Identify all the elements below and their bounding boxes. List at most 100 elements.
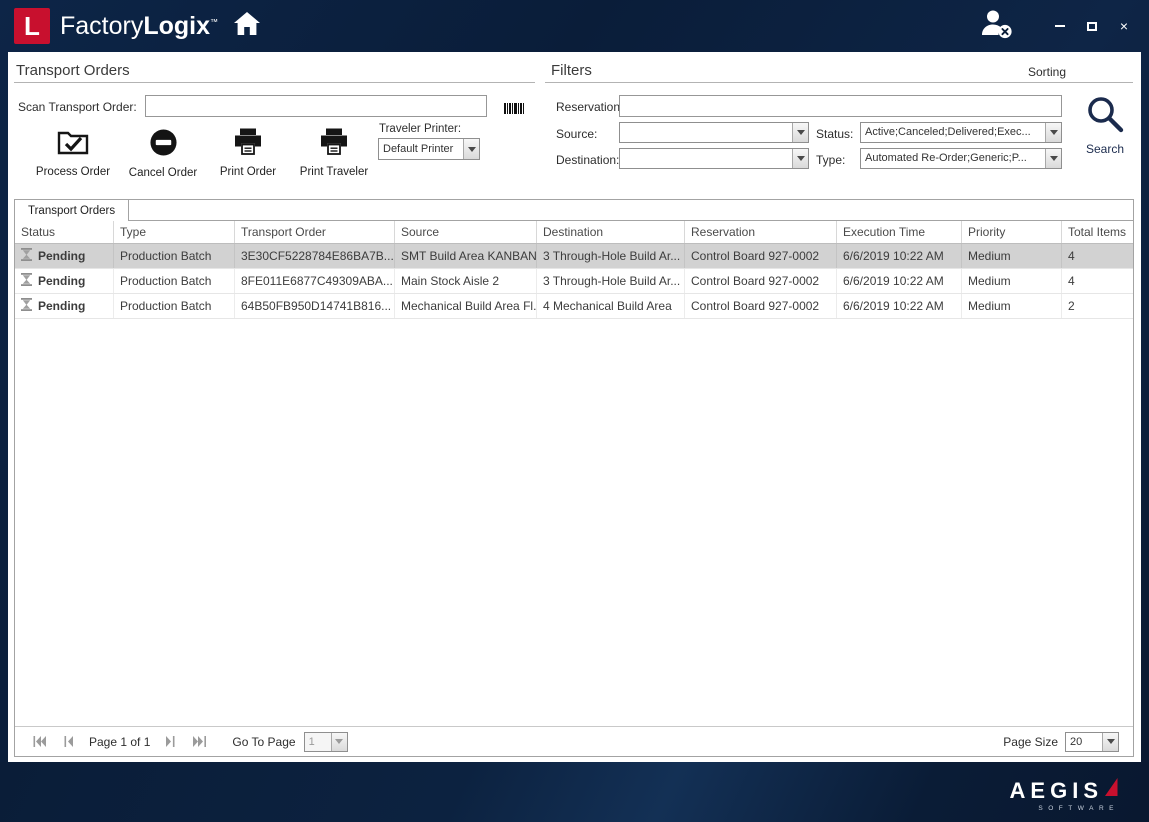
- destination-filter-select[interactable]: [619, 148, 809, 169]
- minimize-button[interactable]: [1049, 16, 1071, 36]
- brand-regular: Factory: [60, 12, 143, 40]
- factorylogix-logo: L: [14, 8, 50, 44]
- trademark-symbol: ™: [210, 17, 218, 26]
- print-traveler-icon: [319, 128, 349, 161]
- print-traveler-label: Print Traveler: [300, 166, 368, 178]
- hourglass-icon: [21, 248, 32, 264]
- reservation-cell: Control Board 927-0002: [685, 269, 837, 293]
- source-cell: Main Stock Aisle 2: [395, 269, 537, 293]
- aegis-subbrand-text: SOFTWARE: [1038, 805, 1119, 812]
- previous-page-button[interactable]: [58, 733, 78, 751]
- application-window: L FactoryLogix™ ×: [0, 0, 1149, 822]
- filters-panel-divider: [545, 82, 1133, 83]
- print-traveler-button[interactable]: Print Traveler: [290, 128, 378, 178]
- column-header-execution-time[interactable]: Execution Time: [837, 221, 962, 243]
- aegis-logo: AEGIS SOFTWARE: [1010, 777, 1119, 812]
- status-filter-select[interactable]: Active;Canceled;Delivered;Exec...: [860, 122, 1062, 143]
- status-text: Pending: [38, 274, 85, 288]
- type-cell: Production Batch: [114, 269, 235, 293]
- close-icon: ×: [1120, 19, 1128, 33]
- table-row[interactable]: Pending Production Batch 8FE011E6877C493…: [15, 269, 1133, 294]
- column-header-type[interactable]: Type: [114, 221, 235, 243]
- traveler-printer-select[interactable]: Default Printer: [378, 138, 480, 160]
- tab-label: Transport Orders: [28, 205, 115, 217]
- dropdown-arrow-icon: [331, 733, 347, 751]
- close-button[interactable]: ×: [1113, 16, 1135, 36]
- footer-bar: AEGIS SOFTWARE: [0, 762, 1149, 822]
- destination-cell: 3 Through-Hole Build Ar...: [537, 244, 685, 268]
- transport-orders-grid: Transport Orders Status Type Transport O…: [14, 199, 1134, 757]
- title-bar: L FactoryLogix™ ×: [0, 0, 1149, 52]
- status-cell: Pending: [15, 244, 114, 268]
- cancel-order-button[interactable]: Cancel Order: [122, 128, 204, 179]
- minimize-icon: [1055, 25, 1065, 27]
- destination-filter-label: Destination:: [556, 153, 619, 167]
- grid-tab-strip: Transport Orders: [15, 200, 1133, 221]
- process-order-label: Process Order: [36, 166, 110, 178]
- source-filter-value: [620, 123, 792, 142]
- cancel-order-icon: [149, 128, 178, 162]
- go-to-page-label: Go To Page: [232, 735, 295, 749]
- type-filter-select[interactable]: Automated Re-Order;Generic;P...: [860, 148, 1062, 169]
- print-order-button[interactable]: Print Order: [210, 128, 286, 178]
- user-logout-button[interactable]: [979, 9, 1013, 44]
- go-to-page-input[interactable]: 1: [304, 732, 348, 752]
- page-size-select[interactable]: 20: [1065, 732, 1119, 752]
- column-header-status[interactable]: Status: [15, 221, 114, 243]
- barcode-icon: [504, 101, 524, 119]
- source-filter-select[interactable]: [619, 122, 809, 143]
- tab-transport-orders[interactable]: Transport Orders: [14, 199, 129, 221]
- hourglass-icon: [21, 273, 32, 289]
- maximize-button[interactable]: [1081, 16, 1103, 36]
- reservation-cell: Control Board 927-0002: [685, 244, 837, 268]
- status-text: Pending: [38, 299, 85, 313]
- type-cell: Production Batch: [114, 244, 235, 268]
- column-header-source[interactable]: Source: [395, 221, 537, 243]
- next-page-button[interactable]: [160, 733, 180, 751]
- dropdown-arrow-icon: [792, 149, 808, 168]
- main-content: Transport Orders Scan Transport Order: P…: [8, 52, 1141, 762]
- titlebar-controls: ×: [979, 9, 1135, 44]
- destination-cell: 3 Through-Hole Build Ar...: [537, 269, 685, 293]
- execution-time-cell: 6/6/2019 10:22 AM: [837, 244, 962, 268]
- priority-cell: Medium: [962, 244, 1062, 268]
- print-order-icon: [233, 128, 263, 161]
- status-filter-label: Status:: [816, 127, 853, 141]
- sorting-link[interactable]: Sorting: [1028, 65, 1066, 79]
- column-header-reservation[interactable]: Reservation: [685, 221, 837, 243]
- transport-orders-panel-title: Transport Orders: [16, 62, 130, 79]
- reservation-filter-input[interactable]: [619, 95, 1062, 117]
- transport-order-cell: 8FE011E6877C49309ABA...: [235, 269, 395, 293]
- total-items-cell: 4: [1062, 244, 1133, 268]
- search-button[interactable]: Search: [1076, 94, 1134, 156]
- go-to-page-value: 1: [305, 733, 331, 751]
- scan-transport-order-input[interactable]: [145, 95, 487, 117]
- dropdown-arrow-icon: [463, 139, 479, 159]
- dropdown-arrow-icon: [1102, 733, 1118, 751]
- column-header-destination[interactable]: Destination: [537, 221, 685, 243]
- search-icon: [1085, 94, 1125, 139]
- priority-cell: Medium: [962, 294, 1062, 318]
- page-size-label: Page Size: [1003, 735, 1058, 749]
- home-button[interactable]: [234, 12, 260, 40]
- last-page-button[interactable]: [189, 733, 209, 751]
- first-page-button[interactable]: [29, 733, 49, 751]
- column-header-total-items[interactable]: Total Items: [1062, 221, 1133, 243]
- print-order-label: Print Order: [220, 166, 276, 178]
- logo-letter: L: [24, 13, 40, 39]
- table-row[interactable]: Pending Production Batch 64B50FB950D1474…: [15, 294, 1133, 319]
- process-order-button[interactable]: Process Order: [28, 128, 118, 178]
- table-row[interactable]: Pending Production Batch 3E30CF5228784E8…: [15, 244, 1133, 269]
- column-header-priority[interactable]: Priority: [962, 221, 1062, 243]
- search-label: Search: [1086, 142, 1124, 156]
- total-items-cell: 4: [1062, 269, 1133, 293]
- pagination-bar: Page 1 of 1 Go To Page 1 Page Size 20: [15, 726, 1133, 756]
- execution-time-cell: 6/6/2019 10:22 AM: [837, 269, 962, 293]
- aegis-arrow-icon: [1104, 777, 1119, 802]
- brand-bold: Logix: [143, 12, 210, 40]
- destination-cell: 4 Mechanical Build Area: [537, 294, 685, 318]
- grid-empty-area: [15, 319, 1133, 726]
- cancel-order-label: Cancel Order: [129, 167, 197, 179]
- column-header-transport-order[interactable]: Transport Order: [235, 221, 395, 243]
- destination-filter-value: [620, 149, 792, 168]
